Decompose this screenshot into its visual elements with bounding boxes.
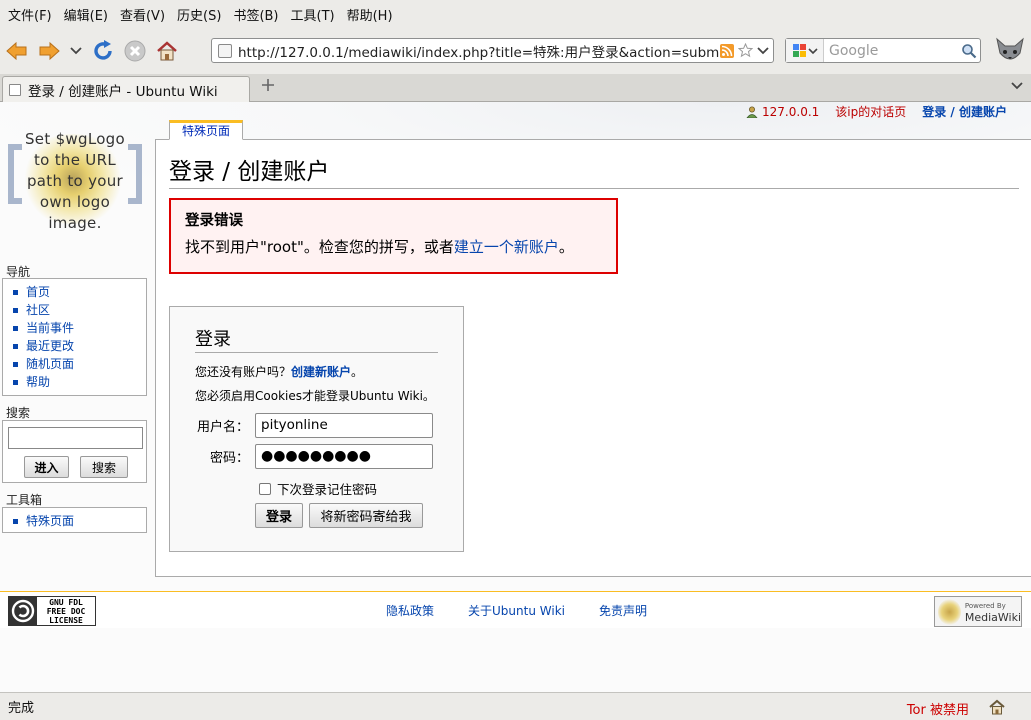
search-input[interactable]: Google (824, 43, 958, 59)
tor-status[interactable]: Tor 被禁用 (907, 699, 969, 718)
privacy-policy-link[interactable]: 隐私政策 (386, 602, 434, 619)
chevron-down-icon (70, 47, 82, 55)
menu-bar: 文件(F) 编辑(E) 查看(V) 历史(S) 书签(B) 工具(T) 帮助(H… (0, 0, 1031, 28)
url-text[interactable]: http://127.0.0.1/mediawiki/index.php?tit… (238, 41, 720, 61)
nav-item-current-events[interactable]: 当前事件 (13, 319, 146, 337)
disclaimer-link[interactable]: 免责声明 (599, 602, 647, 619)
remember-me-checkbox[interactable] (259, 482, 271, 495)
search-heading: 搜索 (6, 406, 31, 420)
login-form: 登录 您还没有账户吗？创建新账户。 您必须启用Cookies才能登录Ubuntu… (169, 306, 464, 552)
reload-icon (94, 40, 112, 60)
url-bar[interactable]: http://127.0.0.1/mediawiki/index.php?tit… (211, 38, 774, 63)
page-favicon-icon (9, 83, 21, 96)
nav-item-random-page[interactable]: 随机页面 (13, 355, 146, 373)
toolbox-item-special-pages[interactable]: 特殊页面 (13, 512, 146, 530)
main-content: 登录 / 创建账户 登录错误 找不到用户"root"。检查您的拼写，或者建立一个… (155, 139, 1031, 577)
back-arrow-icon (6, 41, 27, 61)
powered-by-mediawiki-badge[interactable]: Powered By MediaWiki (934, 596, 1022, 627)
home-icon[interactable] (988, 698, 1006, 716)
menu-bookmarks[interactable]: 书签(B) (227, 5, 284, 24)
status-bar: 完成 Tor 被禁用 (0, 692, 1031, 720)
menu-help[interactable]: 帮助(H) (341, 5, 399, 24)
mediawiki-logo-icon (938, 598, 961, 625)
chevron-down-icon (1011, 82, 1023, 90)
page-footer: GNU FDL FREE DOC LICENSE 隐私政策 关于Ubuntu W… (0, 591, 1031, 628)
search-go-button[interactable] (958, 43, 980, 59)
navigation-toolbar: http://127.0.0.1/mediawiki/index.php?tit… (0, 28, 1031, 74)
mail-password-button[interactable]: 将新密码寄给我 (309, 503, 423, 528)
forward-button[interactable] (34, 36, 64, 66)
password-label: 密码： (209, 451, 249, 466)
wiki-logo[interactable]: Set $wgLogo to the URL path to your own … (6, 124, 144, 234)
search-portlet: 进入 搜索 (2, 420, 147, 483)
about-wiki-link[interactable]: 关于Ubuntu Wiki (468, 602, 565, 619)
stop-icon (124, 40, 146, 62)
wiki-search-input[interactable] (8, 427, 143, 449)
password-field[interactable]: ●●●●●●●●● (255, 444, 433, 469)
no-account-text: 您还没有账户吗？创建新账户。 (195, 365, 364, 379)
error-message: 找不到用户"root"。检查您的拼写，或者建立一个新账户。 (185, 238, 574, 256)
history-dropdown[interactable] (66, 36, 86, 66)
nav-item-help[interactable]: 帮助 (13, 373, 146, 391)
nav-item-main-page[interactable]: 首页 (13, 283, 146, 301)
username-field[interactable]: pityonline (255, 413, 433, 438)
ip-user-link[interactable]: 127.0.0.1 (762, 105, 819, 119)
login-create-account-link[interactable]: 登录 / 创建账户 (922, 103, 1007, 120)
status-text: 完成 (8, 701, 35, 716)
forward-arrow-icon (39, 41, 60, 61)
toolbox-portlet: 特殊页面 (2, 507, 147, 533)
reload-button[interactable] (88, 36, 118, 66)
bookmark-star-icon[interactable] (738, 43, 753, 58)
copyleft-icon (11, 599, 35, 623)
menu-view[interactable]: 查看(V) (114, 5, 171, 24)
home-button[interactable] (152, 36, 182, 66)
login-form-title: 登录 (195, 325, 438, 353)
chevron-down-icon[interactable] (757, 46, 769, 56)
nav-portlet: 首页 社区 当前事件 最近更改 随机页面 帮助 (2, 278, 147, 396)
cookies-note: 您必须启用Cookies才能登录Ubuntu Wiki。 (195, 389, 435, 403)
error-title: 登录错误 (185, 213, 243, 229)
gnu-fdl-badge[interactable]: GNU FDL FREE DOC LICENSE (8, 596, 96, 626)
menu-file[interactable]: 文件(F) (2, 5, 58, 24)
nav-item-community[interactable]: 社区 (13, 301, 146, 319)
create-new-account-link[interactable]: 建立一个新账户 (454, 238, 559, 256)
personal-tools: 127.0.0.1 该ip的对话页 登录 / 创建账户 (746, 103, 1007, 120)
back-button[interactable] (2, 36, 32, 66)
tab-title: 登录 / 创建账户 - Ubuntu Wiki (28, 83, 218, 100)
nav-item-recent-changes[interactable]: 最近更改 (13, 337, 146, 355)
new-tab-button[interactable] (259, 78, 277, 96)
menu-tools[interactable]: 工具(T) (285, 5, 341, 24)
tab-special-page[interactable]: 特殊页面 (169, 120, 243, 140)
create-account-link[interactable]: 创建新账户 (291, 365, 351, 379)
login-button[interactable]: 登录 (255, 503, 303, 528)
google-logo-icon (792, 43, 818, 57)
search-engine-selector[interactable] (786, 39, 824, 62)
tor-button-icon[interactable] (993, 33, 1027, 67)
ip-talk-link[interactable]: 该ip的对话页 (835, 103, 906, 120)
plus-icon (262, 79, 274, 91)
page-title: 登录 / 创建账户 (169, 152, 1019, 189)
page-favicon-icon (218, 43, 232, 58)
go-button[interactable]: 进入 (24, 456, 69, 478)
tab-bar: 登录 / 创建账户 - Ubuntu Wiki (0, 74, 1031, 102)
toolbox-heading: 工具箱 (6, 493, 43, 507)
stop-button[interactable] (120, 36, 150, 66)
tab-login-page[interactable]: 登录 / 创建账户 - Ubuntu Wiki (2, 76, 250, 102)
login-error-box: 登录错误 找不到用户"root"。检查您的拼写，或者建立一个新账户。 (169, 198, 618, 274)
user-icon (746, 106, 758, 118)
rss-feed-icon[interactable] (720, 43, 734, 58)
home-icon (157, 41, 177, 61)
remember-me-label: 下次登录记住密码 (277, 482, 378, 497)
menu-edit[interactable]: 编辑(E) (58, 5, 114, 24)
search-icon (962, 43, 977, 58)
search-button[interactable]: 搜索 (80, 456, 128, 478)
web-search-box[interactable]: Google (785, 38, 981, 63)
web-page: 127.0.0.1 该ip的对话页 登录 / 创建账户 Set $wgLogo … (0, 102, 1031, 692)
menu-history[interactable]: 历史(S) (171, 5, 227, 24)
list-all-tabs-button[interactable] (1011, 80, 1023, 95)
username-label: 用户名： (196, 420, 249, 435)
